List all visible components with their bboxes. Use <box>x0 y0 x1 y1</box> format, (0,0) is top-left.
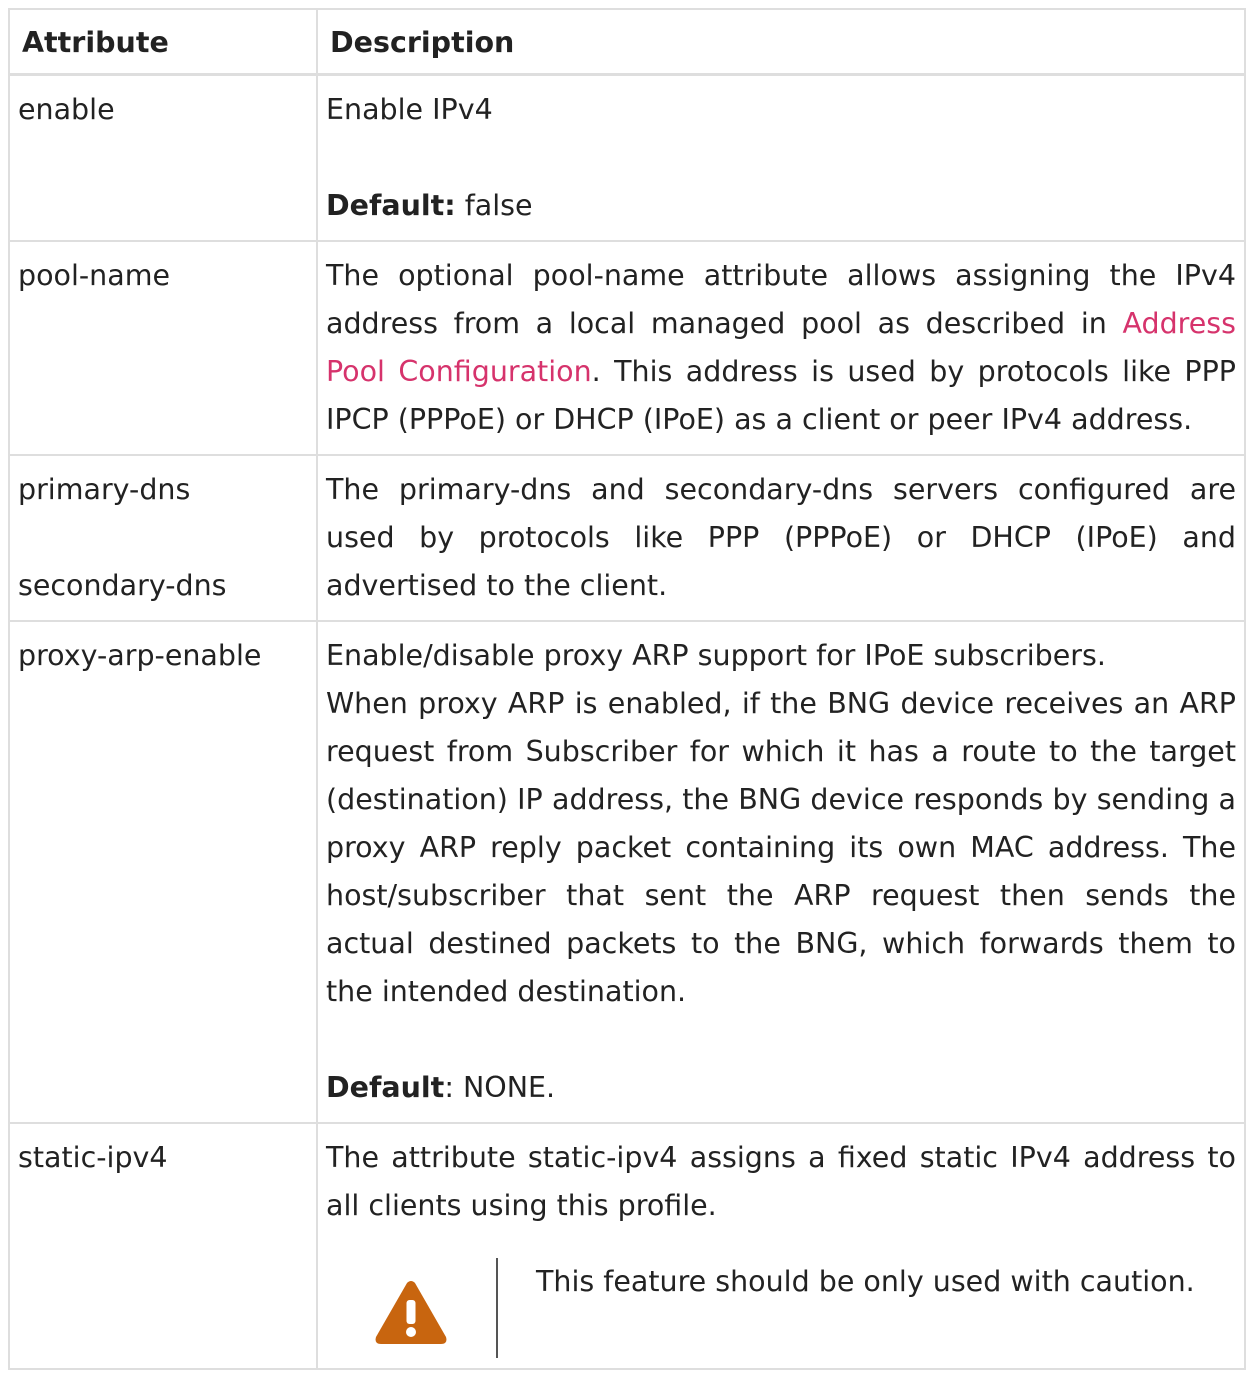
attribute-cell: pool-name <box>8 240 318 456</box>
attribute-name: primary-dns <box>18 473 191 506</box>
attribute-name: enable <box>18 93 115 126</box>
attribute-cell: proxy-arp-enable <box>8 620 318 1124</box>
description-cell: Enable/disable proxy ARP support for IPo… <box>316 620 1246 1124</box>
description-text: The primary-dns and secondary-dns server… <box>326 473 1236 602</box>
description-before-link: The optional pool-name attribute allows … <box>326 259 1236 340</box>
attribute-cell: primary-dns secondary-dns <box>8 454 318 622</box>
table-header-row: Attribute Description <box>8 8 1246 76</box>
description-text: Enable IPv4 <box>326 93 493 126</box>
table-row: proxy-arp-enable Enable/disable proxy AR… <box>8 620 1246 1124</box>
description-text: The optional pool-name attribute allows … <box>326 252 1236 444</box>
default-value: : NONE. <box>444 1071 556 1104</box>
default-line: Default: NONE. <box>326 1064 1236 1112</box>
description-line: Enable/disable proxy ARP support for IPo… <box>326 639 1106 672</box>
table-row: static-ipv4 The attribute static-ipv4 as… <box>8 1122 1246 1370</box>
description-cell: The attribute static-ipv4 assigns a fixe… <box>316 1122 1246 1370</box>
default-line: Default: false <box>326 182 1236 230</box>
warning-text: This feature should be only used with ca… <box>536 1265 1195 1298</box>
description-cell: The optional pool-name attribute allows … <box>316 240 1246 456</box>
default-value: false <box>455 189 533 222</box>
warning-admonition: This feature should be only used with ca… <box>326 1258 1236 1358</box>
table-row: enable Enable IPv4 Default: false <box>8 73 1246 242</box>
table-row: primary-dns secondary-dns The primary-dn… <box>8 454 1246 622</box>
default-label: Default <box>326 1071 445 1104</box>
column-header-attribute: Attribute <box>8 8 318 76</box>
attribute-name: pool-name <box>18 259 170 292</box>
warning-icon <box>374 1280 448 1358</box>
description-text: The attribute static-ipv4 assigns a fixe… <box>326 1141 1236 1222</box>
attribute-name: static-ipv4 <box>18 1141 168 1174</box>
description-cell: Enable IPv4 Default: false <box>316 73 1246 242</box>
attribute-cell: enable <box>8 73 318 242</box>
table-row: pool-name The optional pool-name attribu… <box>8 240 1246 456</box>
attribute-name: proxy-arp-enable <box>18 639 262 672</box>
description-text: When proxy ARP is enabled, if the BNG de… <box>326 687 1236 1008</box>
attribute-cell: static-ipv4 <box>8 1122 318 1370</box>
description-cell: The primary-dns and secondary-dns server… <box>316 454 1246 622</box>
attribute-name: secondary-dns <box>18 569 227 602</box>
column-header-description: Description <box>316 8 1246 76</box>
attribute-table: Attribute Description enable Enable IPv4… <box>8 8 1246 1370</box>
default-label: Default: <box>326 189 456 222</box>
